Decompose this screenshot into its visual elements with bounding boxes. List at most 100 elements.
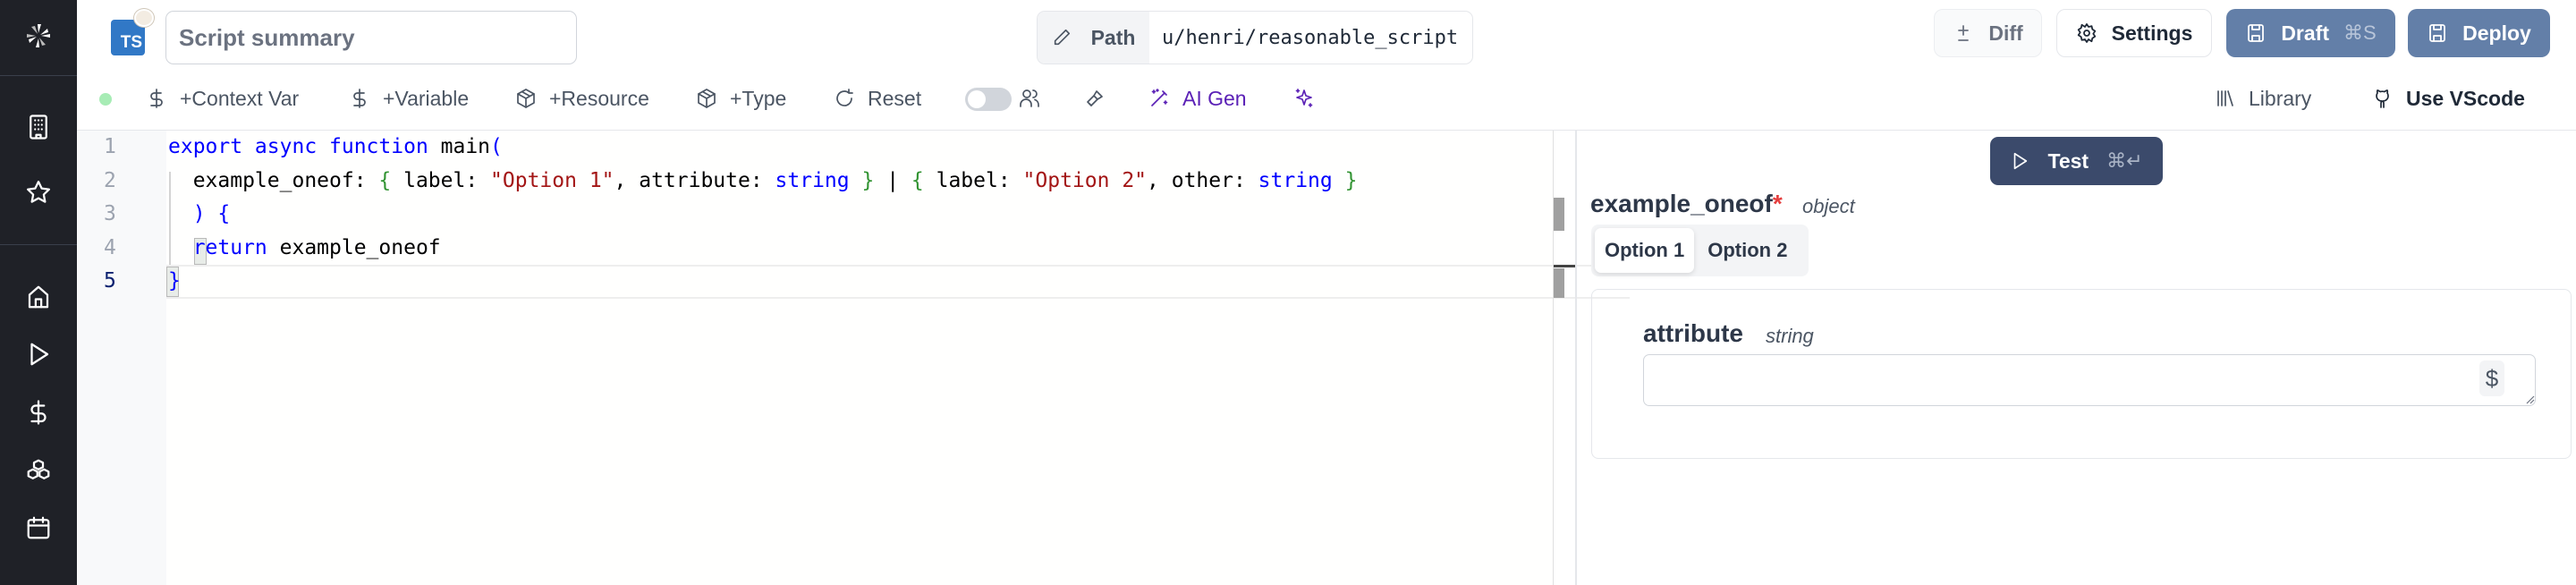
ai-gen-label: AI Gen (1182, 86, 1247, 110)
code-token: example_oneof (279, 235, 441, 259)
code-token: } (861, 168, 875, 192)
play-icon[interactable] (24, 340, 53, 369)
draft-label: Draft (2281, 21, 2329, 45)
home-icon[interactable] (24, 283, 53, 311)
tab-option-2[interactable]: Option 2 (1698, 228, 1797, 273)
add-resource-button[interactable]: +Resource (515, 82, 649, 114)
paintbrush-icon (1087, 90, 1103, 106)
reset-label: Reset (868, 86, 922, 110)
current-line-highlight (166, 265, 1630, 299)
diff-button[interactable]: Diff (1934, 9, 2042, 57)
status-indicator (99, 93, 112, 106)
code-line[interactable]: return example_oneof (168, 232, 441, 265)
pencil-icon (1054, 29, 1070, 46)
argument-type: object (1802, 195, 1855, 217)
editor-scrollbar-thumb[interactable] (1554, 198, 1564, 231)
code-token: string (1258, 168, 1333, 192)
field-type: string (1766, 325, 1814, 347)
code-token: label: (391, 168, 491, 192)
code-token: return (168, 235, 280, 259)
argument-name-text: example_oneof (1590, 190, 1773, 217)
add-context-var-button[interactable]: +Context Var (146, 82, 299, 114)
star-icon[interactable] (24, 178, 53, 207)
rotate-icon (836, 89, 853, 106)
line-number: 4 (104, 235, 116, 259)
path-field[interactable]: Path u/henri/reasonable_script (1037, 11, 1473, 64)
library-icon (2217, 90, 2233, 106)
code-token: | (874, 168, 911, 192)
boxes-icon[interactable] (24, 456, 53, 485)
code-token: main (440, 135, 491, 158)
test-shortcut: ⌘↵ (2106, 149, 2143, 172)
sparkles-icon (1295, 89, 1313, 107)
code-line[interactable]: export async function main( (168, 131, 503, 164)
settings-button[interactable]: Settings (2056, 9, 2212, 57)
attribute-input[interactable] (1643, 354, 2536, 406)
argument-name: example_oneof* (1590, 190, 1783, 218)
editor-overview-marker (1554, 268, 1564, 298)
insert-variable-button[interactable]: $ (2479, 360, 2504, 396)
library-label: Library (2249, 86, 2312, 110)
add-variable-button[interactable]: +Variable (349, 82, 469, 114)
code-token: } (168, 269, 181, 292)
save-icon (2429, 24, 2446, 42)
library-button[interactable]: Library (2215, 82, 2311, 114)
calendar-icon[interactable] (24, 513, 53, 542)
code-token: , other: (1147, 168, 1258, 192)
line-number: 3 (104, 202, 116, 225)
sidebar-divider (0, 244, 77, 245)
code-line[interactable]: ) { (168, 198, 231, 231)
code-token: label: (923, 168, 1023, 192)
script-summary-input[interactable] (165, 11, 577, 64)
code-token: { (378, 168, 392, 192)
code-token: , attribute: (614, 168, 775, 192)
resize-handle-icon[interactable] (2524, 394, 2535, 404)
path-label[interactable]: Path (1038, 12, 1149, 64)
reset-button[interactable]: Reset (834, 82, 921, 114)
test-button[interactable]: Test ⌘↵ (1990, 137, 2163, 185)
field-label: attribute (1643, 319, 1743, 347)
code-token: ( (490, 135, 503, 158)
pane-splitter[interactable] (1575, 131, 1577, 585)
code-line[interactable]: example_oneof: { label: "Option 1", attr… (168, 165, 1358, 198)
package-icon (698, 89, 716, 108)
required-mark: * (1772, 190, 1783, 217)
line-number: 1 (104, 135, 116, 158)
ai-gen-button[interactable]: AI Gen (1148, 82, 1247, 114)
code-token: } (1344, 168, 1358, 192)
multiplayer-toggle[interactable] (965, 88, 1012, 111)
building-icon[interactable] (24, 113, 53, 141)
type-label: +Type (730, 86, 787, 110)
use-vscode-button[interactable]: Use VScode (2372, 82, 2525, 114)
path-value[interactable]: u/henri/reasonable_script (1149, 12, 1472, 64)
language-badge-text: TS (120, 33, 142, 52)
context-var-label: +Context Var (180, 86, 300, 110)
vscode-label: Use VScode (2406, 86, 2525, 110)
code-token: example_oneof: (168, 168, 379, 192)
dollar-icon[interactable] (24, 398, 53, 427)
code-token: ) { (168, 202, 231, 225)
format-button[interactable] (1084, 82, 1106, 114)
overview-ruler-cursor (1554, 265, 1575, 267)
oneof-option-tabs: Option 1 Option 2 (1591, 225, 1809, 276)
sidebar (0, 0, 77, 585)
code-token: "Option 2" (1022, 168, 1148, 192)
gear-icon (2077, 23, 2096, 43)
plus-minus-icon (1958, 25, 1970, 41)
bun-runtime-icon (134, 9, 154, 27)
ai-assist-button[interactable] (1293, 82, 1315, 114)
deploy-button[interactable]: Deploy (2408, 9, 2550, 57)
code-editor[interactable]: 1 2 3 4 5 export async function main( exampl… (77, 131, 1630, 585)
code-token: "Option 1" (490, 168, 614, 192)
test-label: Test (2047, 148, 2089, 173)
tab-option-1[interactable]: Option 1 (1595, 228, 1695, 273)
sidebar-divider (0, 75, 77, 76)
code-line[interactable]: } (168, 265, 181, 298)
draft-button[interactable]: Draft ⌘S (2226, 9, 2395, 57)
magic-wand-icon (1151, 89, 1168, 106)
windmill-logo-icon[interactable] (24, 21, 53, 50)
variable-label: +Variable (383, 86, 470, 110)
add-type-button[interactable]: +Type (696, 82, 786, 114)
save-icon (2248, 24, 2265, 42)
